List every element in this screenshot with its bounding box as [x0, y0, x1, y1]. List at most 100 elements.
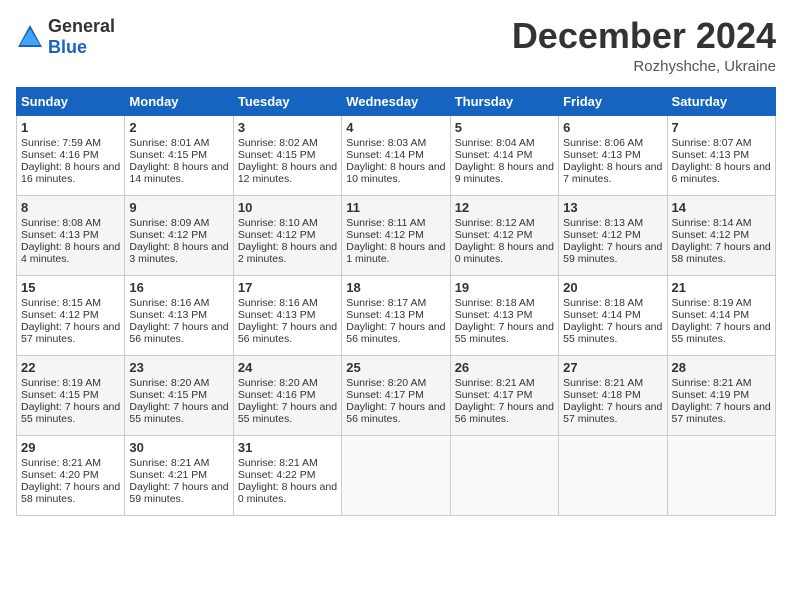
sunset-text: Sunset: 4:13 PM [672, 149, 750, 161]
calendar-cell: 13 Sunrise: 8:13 AMSunset: 4:12 PMDayligh… [559, 195, 667, 275]
day-number: 29 [21, 440, 120, 455]
calendar-cell [450, 435, 558, 515]
day-number: 24 [238, 360, 337, 375]
day-number: 13 [563, 200, 662, 215]
sunset-text: Sunset: 4:12 PM [672, 229, 750, 241]
day-number: 12 [455, 200, 554, 215]
sunset-text: Sunset: 4:14 PM [346, 149, 424, 161]
sunrise-text: Sunrise: 8:20 AM [238, 377, 318, 389]
daylight-text: Daylight: 7 hours and 57 minutes. [21, 321, 120, 345]
sunset-text: Sunset: 4:13 PM [238, 309, 316, 321]
daylight-text: Daylight: 7 hours and 59 minutes. [129, 481, 228, 505]
day-number: 1 [21, 120, 120, 135]
daylight-text: Daylight: 7 hours and 56 minutes. [346, 401, 445, 425]
sunset-text: Sunset: 4:18 PM [563, 389, 641, 401]
sunrise-text: Sunrise: 8:13 AM [563, 217, 643, 229]
sunrise-text: Sunrise: 8:15 AM [21, 297, 101, 309]
title-area: December 2024 Rozhyshche, Ukraine [512, 16, 776, 75]
daylight-text: Daylight: 7 hours and 58 minutes. [21, 481, 120, 505]
calendar-cell [667, 435, 775, 515]
header-friday: Friday [559, 87, 667, 115]
sunset-text: Sunset: 4:16 PM [21, 149, 99, 161]
daylight-text: Daylight: 7 hours and 57 minutes. [563, 401, 662, 425]
daylight-text: Daylight: 8 hours and 14 minutes. [129, 161, 228, 185]
sunset-text: Sunset: 4:12 PM [238, 229, 316, 241]
sunset-text: Sunset: 4:15 PM [129, 389, 207, 401]
sunrise-text: Sunrise: 8:20 AM [346, 377, 426, 389]
day-number: 15 [21, 280, 120, 295]
sunrise-text: Sunrise: 8:21 AM [129, 457, 209, 469]
weekday-header-row: Sunday Monday Tuesday Wednesday Thursday… [17, 87, 776, 115]
daylight-text: Daylight: 8 hours and 0 minutes. [455, 241, 554, 265]
calendar-cell: 3Sunrise: 8:02 AMSunset: 4:15 PMDaylight… [233, 115, 341, 195]
calendar-cell: 31Sunrise: 8:21 AMSunset: 4:22 PMDayligh… [233, 435, 341, 515]
daylight-text: Daylight: 7 hours and 58 minutes. [672, 241, 771, 265]
calendar-cell: 15 Sunrise: 8:15 AMSunset: 4:12 PMDayligh… [17, 275, 125, 355]
month-year-title: December 2024 [512, 16, 776, 56]
calendar-cell: 14Sunrise: 8:14 AMSunset: 4:12 PMDayligh… [667, 195, 775, 275]
daylight-text: Daylight: 7 hours and 56 minutes. [238, 321, 337, 345]
sunrise-text: Sunrise: 8:18 AM [563, 297, 643, 309]
calendar-cell: 25Sunrise: 8:20 AMSunset: 4:17 PMDayligh… [342, 355, 450, 435]
sunrise-text: Sunrise: 8:19 AM [672, 297, 752, 309]
sunset-text: Sunset: 4:14 PM [563, 309, 641, 321]
sunset-text: Sunset: 4:15 PM [129, 149, 207, 161]
sunset-text: Sunset: 4:17 PM [455, 389, 533, 401]
day-number: 10 [238, 200, 337, 215]
daylight-text: Daylight: 8 hours and 2 minutes. [238, 241, 337, 265]
daylight-text: Daylight: 8 hours and 16 minutes. [21, 161, 120, 185]
sunrise-text: Sunrise: 8:02 AM [238, 137, 318, 149]
sunset-text: Sunset: 4:13 PM [455, 309, 533, 321]
calendar-cell: 24Sunrise: 8:20 AMSunset: 4:16 PMDayligh… [233, 355, 341, 435]
sunrise-text: Sunrise: 8:21 AM [455, 377, 535, 389]
day-number: 28 [672, 360, 771, 375]
sunrise-text: Sunrise: 8:21 AM [563, 377, 643, 389]
daylight-text: Daylight: 7 hours and 55 minutes. [238, 401, 337, 425]
sunrise-text: Sunrise: 8:14 AM [672, 217, 752, 229]
sunset-text: Sunset: 4:19 PM [672, 389, 750, 401]
sunset-text: Sunset: 4:15 PM [21, 389, 99, 401]
daylight-text: Daylight: 8 hours and 0 minutes. [238, 481, 337, 505]
calendar-week-row: 15Sunrise: 8:15 AMSunset: 4:12 PMDayligh… [17, 275, 776, 355]
sunset-text: Sunset: 4:12 PM [21, 309, 99, 321]
day-number: 21 [672, 280, 771, 295]
day-number: 31 [238, 440, 337, 455]
calendar-cell: 18Sunrise: 8:17 AMSunset: 4:13 PMDayligh… [342, 275, 450, 355]
daylight-text: Daylight: 7 hours and 59 minutes. [563, 241, 662, 265]
sunset-text: Sunset: 4:20 PM [21, 469, 99, 481]
calendar-cell: 26Sunrise: 8:21 AMSunset: 4:17 PMDayligh… [450, 355, 558, 435]
day-number: 20 [563, 280, 662, 295]
sunrise-text: Sunrise: 8:19 AM [21, 377, 101, 389]
header-saturday: Saturday [667, 87, 775, 115]
calendar-cell [342, 435, 450, 515]
daylight-text: Daylight: 7 hours and 55 minutes. [21, 401, 120, 425]
day-number: 23 [129, 360, 228, 375]
sunrise-text: Sunrise: 8:07 AM [672, 137, 752, 149]
calendar-cell: 5Sunrise: 8:04 AMSunset: 4:14 PMDaylight… [450, 115, 558, 195]
day-number: 5 [455, 120, 554, 135]
calendar-week-row: 22Sunrise: 8:19 AMSunset: 4:15 PMDayligh… [17, 355, 776, 435]
daylight-text: Daylight: 7 hours and 56 minutes. [129, 321, 228, 345]
logo-blue-text: Blue [48, 37, 87, 57]
day-number: 11 [346, 200, 445, 215]
calendar-week-row: 8Sunrise: 8:08 AMSunset: 4:13 PMDaylight… [17, 195, 776, 275]
generalblue-logo-icon [16, 23, 44, 51]
sunset-text: Sunset: 4:12 PM [563, 229, 641, 241]
calendar-cell: 8Sunrise: 8:08 AMSunset: 4:13 PMDaylight… [17, 195, 125, 275]
header-tuesday: Tuesday [233, 87, 341, 115]
sunset-text: Sunset: 4:21 PM [129, 469, 207, 481]
calendar-cell: 7Sunrise: 8:07 AMSunset: 4:13 PMDaylight… [667, 115, 775, 195]
daylight-text: Daylight: 8 hours and 6 minutes. [672, 161, 771, 185]
sunset-text: Sunset: 4:12 PM [129, 229, 207, 241]
daylight-text: Daylight: 8 hours and 4 minutes. [21, 241, 120, 265]
calendar-cell: 29Sunrise: 8:21 AMSunset: 4:20 PMDayligh… [17, 435, 125, 515]
sunset-text: Sunset: 4:14 PM [455, 149, 533, 161]
calendar-cell: 21Sunrise: 8:19 AMSunset: 4:14 PMDayligh… [667, 275, 775, 355]
sunrise-text: Sunrise: 8:10 AM [238, 217, 318, 229]
daylight-text: Daylight: 7 hours and 55 minutes. [129, 401, 228, 425]
day-number: 8 [21, 200, 120, 215]
daylight-text: Daylight: 7 hours and 55 minutes. [455, 321, 554, 345]
day-number: 2 [129, 120, 228, 135]
day-number: 30 [129, 440, 228, 455]
daylight-text: Daylight: 8 hours and 3 minutes. [129, 241, 228, 265]
